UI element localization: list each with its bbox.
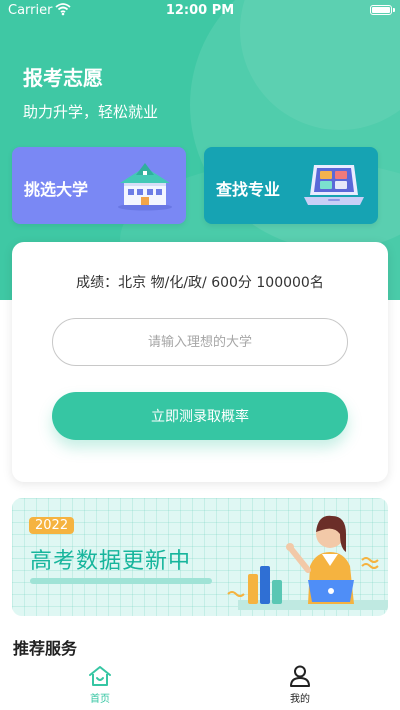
admission-probability-panel: 成绩：北京 物/化/政/ 600分 100000名 立即测录取概率 bbox=[12, 242, 388, 482]
woman-with-laptop-illustration bbox=[227, 515, 388, 610]
school-building-icon bbox=[118, 163, 172, 211]
page-subtitle: 助力升学，轻松就业 bbox=[23, 103, 159, 121]
home-icon bbox=[89, 666, 111, 686]
bottom-tab-bar: 首页 我的 bbox=[0, 662, 400, 710]
find-major-label: 查找专业 bbox=[216, 180, 281, 199]
university-input[interactable] bbox=[52, 318, 348, 366]
score-summary: 成绩：北京 物/化/政/ 600分 100000名 bbox=[76, 275, 324, 291]
data-update-banner[interactable]: 2022 高考数据更新中 bbox=[12, 498, 388, 616]
year-badge: 2022 bbox=[29, 517, 75, 534]
tab-home-label: 首页 bbox=[90, 694, 110, 705]
page-title: 报考志愿 bbox=[23, 66, 103, 90]
choose-university-label: 挑选大学 bbox=[24, 180, 89, 199]
status-bar: Carrier 12:00 PM bbox=[0, 0, 400, 22]
laptop-icon bbox=[304, 165, 364, 205]
tab-home[interactable]: 首页 bbox=[60, 665, 140, 707]
find-major-card[interactable]: 查找专业 bbox=[204, 147, 378, 224]
choose-university-card[interactable]: 挑选大学 bbox=[12, 147, 186, 224]
battery-icon bbox=[370, 5, 395, 15]
banner-headline: 高考数据更新中 bbox=[30, 549, 192, 574]
tab-mine[interactable]: 我的 bbox=[260, 665, 340, 707]
clock: 12:00 PM bbox=[165, 3, 235, 18]
test-probability-button[interactable]: 立即测录取概率 bbox=[52, 392, 348, 440]
headline-underline bbox=[30, 578, 212, 584]
tab-mine-label: 我的 bbox=[290, 694, 310, 705]
user-icon bbox=[290, 665, 310, 687]
recommended-services-title: 推荐服务 bbox=[13, 639, 78, 658]
